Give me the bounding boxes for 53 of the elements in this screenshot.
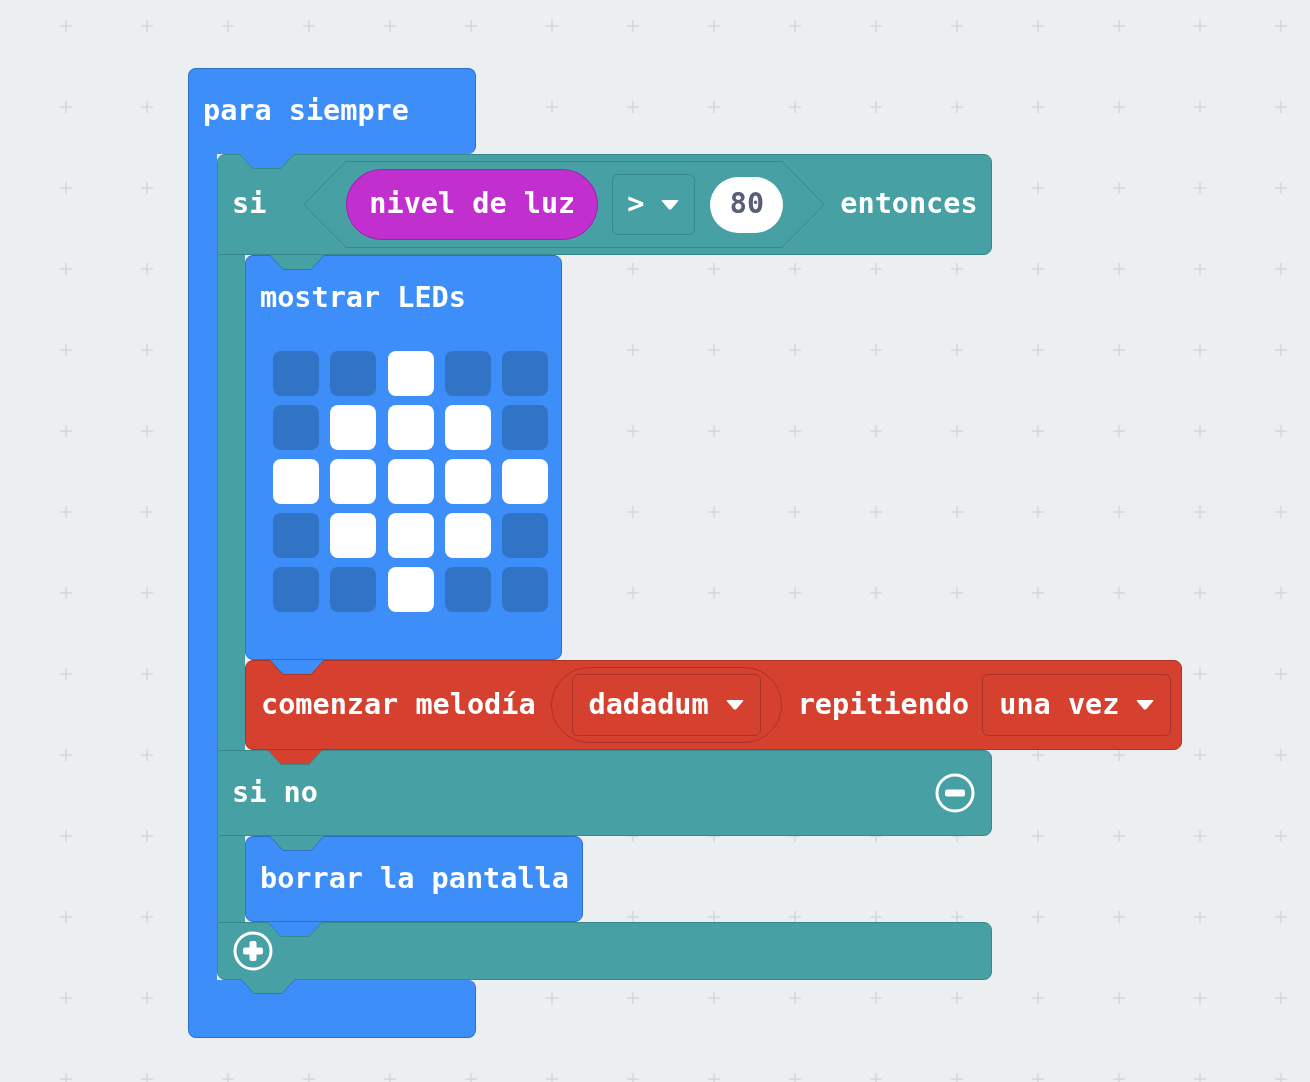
led-cell[interactable] [273,459,319,504]
forever-block-bottom[interactable] [188,980,476,1038]
led-cell[interactable] [502,567,548,612]
caret-down-icon [725,700,744,710]
led-cell[interactable] [502,459,548,504]
if-block-side[interactable] [217,255,245,750]
led-cell[interactable] [387,513,434,558]
block-label: repitiendo [797,690,970,720]
led-cell[interactable] [387,567,434,612]
repeat-dropdown[interactable]: una vez [982,674,1172,736]
led-cell[interactable] [330,459,377,504]
led-cell[interactable] [502,513,548,558]
caret-down-icon [661,199,680,210]
led-cell[interactable] [444,405,491,450]
led-cell[interactable] [502,351,548,396]
connector-tab-icon [240,154,294,170]
led-cell[interactable] [330,351,377,396]
plus-circle-icon[interactable] [233,931,273,971]
operator-dropdown[interactable]: > [612,174,696,235]
minus-circle-icon[interactable] [935,773,975,813]
block-label: para siempre [203,97,409,126]
led-cell[interactable] [330,513,377,558]
else-label: si no [232,778,318,808]
led-cell[interactable] [387,459,434,504]
show-leds-block[interactable]: mostrar LEDs [245,255,562,660]
connector-tab-icon [268,922,322,938]
led-cell[interactable] [273,405,319,450]
caret-down-icon [1136,700,1155,710]
led-cell[interactable] [330,405,377,450]
led-cell[interactable] [444,351,491,396]
connector-tab-icon [270,255,324,271]
led-cell[interactable] [502,405,548,450]
connector-tab-icon [270,660,324,676]
connector-tab-icon [268,750,322,766]
block-label: comenzar melodía [261,690,536,720]
then-label: entonces [840,190,978,219]
led-cell[interactable] [273,513,319,558]
led-cell[interactable] [387,351,434,396]
if-label: si [232,190,267,219]
connector-tab-icon [241,979,295,995]
led-cell[interactable] [273,351,319,396]
if-block-side[interactable] [217,836,245,922]
comparison-block[interactable]: nivel de luz > 80 [303,161,826,248]
melody-dropdown[interactable]: dadadum [571,674,761,736]
led-cell[interactable] [387,405,434,450]
block-label: mostrar LEDs [260,284,466,313]
light-level-block[interactable]: nivel de luz [346,169,599,240]
led-cell[interactable] [444,513,491,558]
led-cell[interactable] [444,459,491,504]
connector-tab-icon [270,836,324,852]
led-cell[interactable] [273,567,319,612]
led-cell[interactable] [444,567,491,612]
led-cell[interactable] [330,567,377,612]
